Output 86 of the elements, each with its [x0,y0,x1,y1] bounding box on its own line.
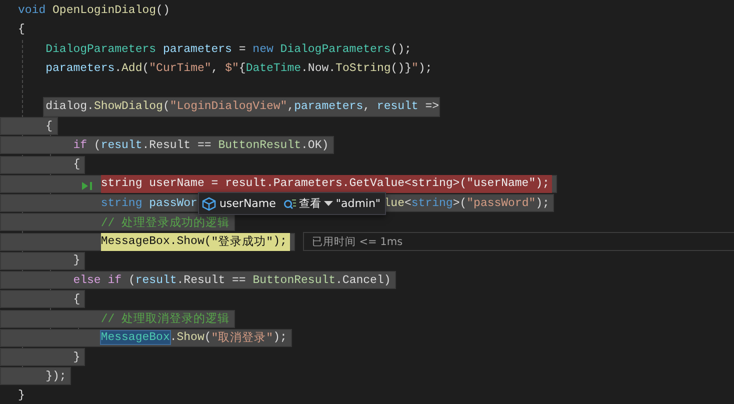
code-token: passWor [149,196,198,210]
step-arrow-icon[interactable] [80,180,94,191]
code-token: DialogParameters [46,42,158,56]
code-token: .Now. [301,62,336,75]
code-token: ToString [336,62,391,75]
code-token: ( [162,100,170,114]
code-token: string [100,196,144,210]
view-button[interactable]: 查看 [278,196,321,212]
code-token: parameters [294,100,364,114]
code-token: void [18,4,47,18]
code-token: MessageBox [100,235,170,248]
code-token: string [100,177,142,190]
code-token: result [100,138,142,152]
code-comment: // 处理登录成功的逻辑 [100,216,230,230]
cube-icon [202,196,216,211]
code-token: ); [273,235,287,248]
code-token: , [363,100,372,114]
code-token: } [18,389,25,402]
code-token: else [73,274,102,287]
code-token: parameters [162,42,232,56]
code-token: parameters [46,62,115,75]
variable-name: userName [219,197,276,210]
code-token: if [73,138,88,152]
code-token: ( [142,62,150,75]
code-token: .Cancel) [336,274,391,287]
code-token: }); [46,370,66,383]
code-token: ( [204,235,212,248]
code-token: . [87,100,94,114]
code-token: ButtonResult [252,274,336,287]
code-token: "passWord" [466,196,536,210]
code-token: { [18,23,25,36]
code-token: result [135,274,177,287]
code-token: , [287,100,294,114]
code-token: .OK) [301,138,329,152]
code-token: .Result == [176,274,247,287]
code-token: OpenLoginDialog [52,4,156,18]
code-token: new [252,42,274,56]
code-token: () [156,4,170,18]
code-token: , [211,62,220,75]
code-token: string [411,196,453,210]
code-token: DateTime [246,62,302,75]
code-token: "登录成功" [211,234,274,250]
code-token: => [424,100,440,114]
code-token: MessageBox [100,331,170,344]
code-token: "LoginDialogView" [170,100,288,114]
code-token: Add [122,62,142,75]
code-token: DialogParameters [280,42,391,56]
code-token: >( [452,196,467,210]
code-token: { [73,158,80,172]
code-token: ShowDialog [94,100,163,114]
code-token: result [376,100,418,114]
code-token: $" [225,62,239,75]
caret-icon[interactable] [324,200,333,207]
code-token: ButtonResult [218,138,302,152]
code-token: . [114,62,122,75]
code-token: dialog [46,100,88,114]
code-token: ( [127,274,136,287]
code-token: ); [273,331,287,344]
code-token: Show [176,331,204,344]
code-token: . [170,331,177,344]
code-token: < [404,196,412,210]
code-token: (); [390,42,412,56]
code-token: { [73,292,80,306]
code-token: " [411,62,418,75]
code-token: . [170,235,177,248]
elapsed-time-hint: 已用时间 <= 1ms [302,232,734,252]
code-token: { [238,62,246,75]
code-token: "取消登录" [211,330,274,346]
code-token: if [108,274,122,287]
code-token: ()} [390,62,412,75]
code-token: ( [204,331,212,344]
code-token: userName = result.Parameters.GetValue<string>("userName"); [148,177,550,190]
code-token: "CurTime" [149,62,212,75]
code-token: { [46,120,53,133]
code-token: ( [92,138,101,152]
code-token: } [73,254,80,268]
code-token: ); [418,62,432,75]
code-token: = [238,42,247,56]
code-comment: // 处理取消登录的逻辑 [100,312,230,326]
code-token: lue [384,196,404,210]
code-token: .Result == [142,138,212,152]
variable-value: "admin" [336,197,380,210]
search-icon [282,198,297,210]
code-token: ); [536,196,550,210]
code-token: Show [176,235,204,248]
code-token: } [73,350,80,364]
